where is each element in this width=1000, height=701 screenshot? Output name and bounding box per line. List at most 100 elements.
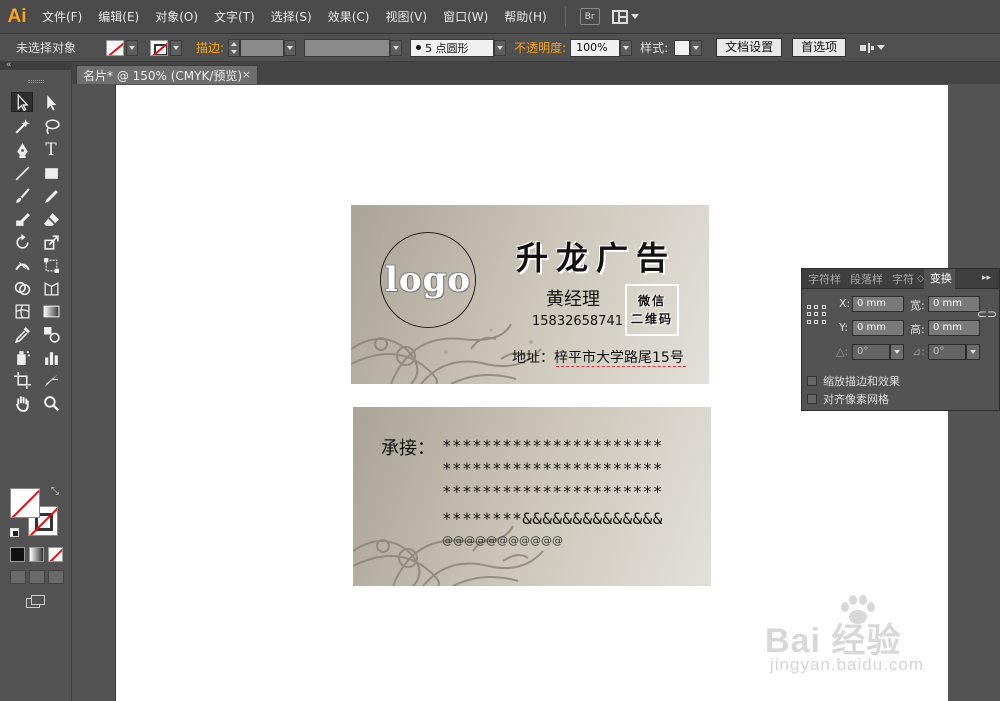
stroke-swatch[interactable] <box>150 39 169 56</box>
constrain-proportions-icon[interactable]: ⊂⊃ <box>977 307 997 321</box>
tab-character-styles[interactable]: 字符样 <box>802 271 844 287</box>
draw-normal-button[interactable] <box>10 570 26 584</box>
opacity-link[interactable]: 不透明度: <box>514 39 566 56</box>
type-tool[interactable]: T <box>40 140 62 160</box>
tab-scroll-icon[interactable]: ◇ <box>917 274 924 284</box>
business-card-front[interactable]: logo 升龙广告 黄经理 15832658741 微信 二维码 地址：梓平市大… <box>351 205 709 384</box>
selection-tool[interactable] <box>11 92 33 112</box>
business-card-back[interactable]: 承接： ********************** *************… <box>353 407 711 586</box>
tab-paragraph-styles[interactable]: 段落样 <box>844 271 886 287</box>
control-options-button[interactable] <box>860 42 886 54</box>
eraser-tool[interactable] <box>40 209 62 229</box>
draw-inside-button[interactable] <box>48 570 64 584</box>
services-line-4: ********&&&&&&&&&&&&&& <box>442 509 663 528</box>
fill-color-box[interactable] <box>10 488 40 518</box>
scale-strokes-checkbox[interactable] <box>807 376 817 386</box>
magic-wand-tool[interactable] <box>11 116 33 136</box>
align-pixel-grid-checkbox[interactable] <box>807 394 817 404</box>
swap-fill-stroke-icon[interactable]: ⤡ <box>51 486 59 497</box>
graphic-style-swatch[interactable] <box>674 39 691 56</box>
paintbrush-tool[interactable] <box>11 186 33 206</box>
width-tool[interactable] <box>11 255 33 275</box>
draw-behind-button[interactable] <box>29 570 45 584</box>
document-tab-title: 名片* @ 150% (CMYK/预览) <box>83 68 243 83</box>
screen-mode-button[interactable] <box>26 595 46 609</box>
reference-point-selector[interactable] <box>807 305 827 325</box>
bridge-button[interactable]: Br <box>579 8 600 25</box>
artboard-tool[interactable] <box>11 370 33 390</box>
variable-width-field[interactable] <box>304 38 391 57</box>
rotate-dropdown[interactable] <box>890 344 904 360</box>
width-field[interactable]: 0 mm <box>928 296 980 312</box>
lasso-icon <box>44 118 60 134</box>
zoom-tool[interactable] <box>40 393 62 413</box>
x-field[interactable]: 0 mm <box>852 296 904 312</box>
free-transform-tool[interactable] <box>40 255 62 275</box>
tab-transform[interactable]: 变换 <box>923 268 955 289</box>
pen-tool[interactable] <box>11 140 33 160</box>
menu-help[interactable]: 帮助(H) <box>496 0 554 34</box>
shear-dropdown[interactable] <box>966 344 980 360</box>
shape-builder-tool[interactable] <box>11 278 33 298</box>
column-graph-tool[interactable] <box>40 347 62 367</box>
gradient-button[interactable] <box>29 547 44 562</box>
menu-file[interactable]: 文件(F) <box>34 0 90 34</box>
scale-strokes-option[interactable]: 缩放描边和效果 <box>807 373 900 389</box>
align-pixel-grid-option[interactable]: 对齐像素网格 <box>807 391 889 407</box>
lasso-tool[interactable] <box>40 116 62 136</box>
rotate-field[interactable]: 0° <box>852 344 890 360</box>
collapse-icon[interactable]: « <box>6 61 12 70</box>
height-field[interactable]: 0 mm <box>928 320 980 336</box>
tab-character[interactable]: 字符 <box>886 271 917 287</box>
toolbar-grip[interactable] <box>28 80 44 83</box>
toolbar-header[interactable]: « <box>0 61 72 70</box>
menu-view[interactable]: 视图(V) <box>377 0 435 34</box>
pencil-tool[interactable] <box>40 186 62 206</box>
default-fill-stroke-icon[interactable] <box>10 528 19 537</box>
menu-effect[interactable]: 效果(C) <box>320 0 378 34</box>
menu-select[interactable]: 选择(S) <box>263 0 320 34</box>
variable-width-dropdown[interactable] <box>390 39 403 56</box>
panel-menu-icon[interactable]: ▸▸ <box>982 273 991 283</box>
color-button[interactable] <box>10 547 25 562</box>
menu-type[interactable]: 文字(T) <box>206 0 263 34</box>
document-setup-button[interactable]: 文档设置 <box>716 38 783 57</box>
stroke-link[interactable]: 描边: <box>196 39 224 56</box>
perspective-grid-tool[interactable] <box>40 278 62 298</box>
line-segment-tool[interactable] <box>11 163 33 183</box>
direct-selection-tool[interactable] <box>40 92 62 112</box>
arrange-documents-button[interactable] <box>611 9 639 24</box>
menu-object[interactable]: 对象(O) <box>147 0 206 34</box>
close-icon[interactable]: × <box>242 68 251 81</box>
scale-tool[interactable] <box>40 232 62 252</box>
document-tab[interactable]: 名片* @ 150% (CMYK/预览) × <box>76 65 258 84</box>
rectangle-tool[interactable] <box>40 163 62 183</box>
preferences-button[interactable]: 首选项 <box>792 38 847 57</box>
stroke-swatch-dropdown[interactable] <box>170 39 183 56</box>
menu-window[interactable]: 窗口(W) <box>435 0 496 34</box>
fill-dropdown[interactable] <box>126 39 139 56</box>
menu-edit[interactable]: 编辑(E) <box>90 0 147 34</box>
gradient-tool[interactable] <box>40 301 62 321</box>
stroke-weight-dropdown[interactable] <box>284 39 297 56</box>
opacity-field[interactable]: 100% <box>570 38 621 57</box>
fill-swatch[interactable] <box>106 39 125 56</box>
eyedropper-tool[interactable] <box>11 324 33 344</box>
brush-definition-field[interactable]: 5 点圆形 <box>410 38 495 57</box>
hand-tool[interactable] <box>11 393 33 413</box>
symbol-sprayer-tool[interactable] <box>11 347 33 367</box>
rotate-tool[interactable] <box>11 232 33 252</box>
slice-tool[interactable] <box>40 370 62 390</box>
stroke-weight-spinner[interactable] <box>228 38 241 57</box>
stroke-weight-field[interactable] <box>240 38 285 57</box>
none-button[interactable] <box>48 547 63 562</box>
opacity-dropdown[interactable] <box>620 39 633 56</box>
y-field[interactable]: 0 mm <box>852 320 904 336</box>
shear-field[interactable]: 0° <box>928 344 966 360</box>
blend-tool[interactable] <box>40 324 62 344</box>
blob-brush-tool[interactable] <box>11 209 33 229</box>
graphic-style-dropdown[interactable] <box>690 39 703 56</box>
width-label: 宽: <box>910 299 925 312</box>
mesh-tool[interactable] <box>11 301 33 321</box>
brush-dropdown[interactable] <box>494 39 507 56</box>
